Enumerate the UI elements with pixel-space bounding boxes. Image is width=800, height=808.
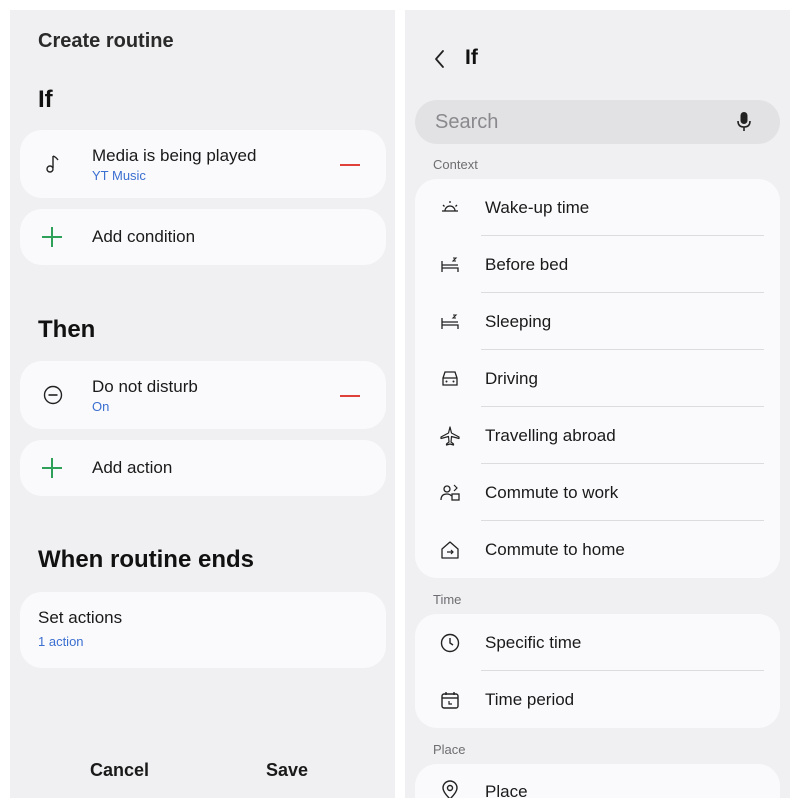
list-item[interactable]: Specific time xyxy=(415,614,780,671)
if-heading: If xyxy=(38,86,53,113)
list-item-label: Commute to work xyxy=(485,482,619,502)
bed-icon xyxy=(439,311,461,333)
airplane-icon xyxy=(439,425,461,447)
bed-icon xyxy=(439,254,461,276)
condition-title: Media is being played xyxy=(92,146,257,165)
list-item[interactable]: Time period xyxy=(415,671,780,728)
remove-action-button[interactable] xyxy=(340,395,360,397)
add-condition-label: Add condition xyxy=(92,227,196,246)
action-card[interactable]: Do not disturb On xyxy=(20,361,386,429)
list-item[interactable]: Place xyxy=(415,764,780,798)
create-routine-panel: Create routine If Media is being played … xyxy=(10,10,395,798)
list-item-label: Time period xyxy=(485,689,575,709)
plus-icon xyxy=(42,458,62,478)
if-picker-panel: If Search Context Wake-up time Before be… xyxy=(405,10,790,798)
list-item-label: Driving xyxy=(485,368,538,388)
time-list: Specific time Time period xyxy=(415,614,780,728)
microphone-icon[interactable] xyxy=(736,110,752,134)
place-list: Place xyxy=(415,764,780,798)
music-note-icon xyxy=(42,153,64,175)
list-item[interactable]: Commute to work xyxy=(415,464,780,521)
add-action-button[interactable]: Add action xyxy=(20,440,386,496)
do-not-disturb-icon xyxy=(42,384,64,406)
then-heading: Then xyxy=(38,316,96,343)
search-placeholder: Search xyxy=(435,111,499,133)
condition-card[interactable]: Media is being played YT Music xyxy=(20,130,386,198)
sunrise-icon xyxy=(439,197,461,219)
set-actions-title: Set actions xyxy=(38,608,123,627)
list-item-label: Place xyxy=(485,782,528,798)
back-arrow-icon[interactable] xyxy=(431,48,449,70)
commute-home-icon xyxy=(439,539,461,561)
add-action-label: Add action xyxy=(92,458,173,477)
action-subtitle: On xyxy=(92,399,110,414)
page-title: Create routine xyxy=(38,30,174,52)
list-item-label: Specific time xyxy=(485,632,582,652)
car-icon xyxy=(439,368,461,390)
context-group-label: Context xyxy=(433,157,478,172)
list-item[interactable]: Sleeping xyxy=(415,293,780,350)
plus-icon xyxy=(42,227,62,247)
cancel-button[interactable]: Cancel xyxy=(90,760,149,781)
set-actions-subtitle: 1 action xyxy=(38,634,84,649)
context-list: Wake-up time Before bed Sleeping Driving xyxy=(415,179,780,578)
calendar-icon xyxy=(439,689,461,711)
condition-subtitle: YT Music xyxy=(92,168,146,183)
search-input[interactable]: Search xyxy=(415,100,780,144)
page-title: If xyxy=(465,46,478,69)
list-item[interactable]: Before bed xyxy=(415,236,780,293)
remove-condition-button[interactable] xyxy=(340,164,360,166)
clock-icon xyxy=(439,632,461,654)
add-condition-button[interactable]: Add condition xyxy=(20,209,386,265)
list-item[interactable]: Driving xyxy=(415,350,780,407)
action-title: Do not disturb xyxy=(92,377,198,396)
save-button[interactable]: Save xyxy=(266,760,308,781)
list-item[interactable]: Travelling abroad xyxy=(415,407,780,464)
commute-work-icon xyxy=(439,482,461,504)
list-item-label: Wake-up time xyxy=(485,197,590,217)
time-group-label: Time xyxy=(433,592,462,607)
set-actions-card[interactable]: Set actions 1 action xyxy=(20,592,386,668)
list-item-label: Before bed xyxy=(485,254,569,274)
list-item[interactable]: Wake-up time xyxy=(415,179,780,236)
list-item[interactable]: Commute to home xyxy=(415,521,780,578)
location-pin-icon xyxy=(439,779,461,798)
list-item-label: Sleeping xyxy=(485,311,552,331)
when-routine-ends-heading: When routine ends xyxy=(38,546,254,573)
list-item-label: Commute to home xyxy=(485,539,625,559)
list-item-label: Travelling abroad xyxy=(485,425,616,445)
place-group-label: Place xyxy=(433,742,466,757)
